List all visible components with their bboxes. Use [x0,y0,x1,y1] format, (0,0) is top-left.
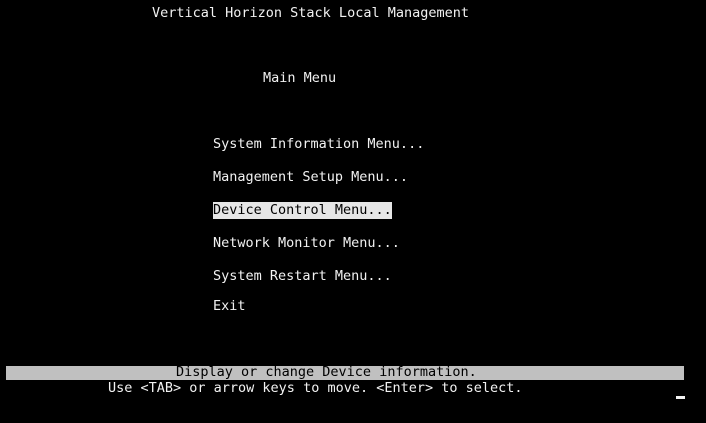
menu-title: Main Menu [263,70,337,86]
status-message: Display or change Device information. [176,364,477,380]
help-text: Use <TAB> or arrow keys to move. <Enter>… [108,380,523,396]
menu-item-device-control[interactable]: Device Control Menu... [213,202,392,219]
terminal-screen: Vertical Horizon Stack Local Management … [0,0,706,423]
menu-item-system-information[interactable]: System Information Menu... [213,136,424,153]
status-bar: Display or change Device information. [6,364,684,380]
menu-item-system-restart[interactable]: System Restart Menu... [213,268,392,285]
app-title: Vertical Horizon Stack Local Management [152,5,469,21]
text-cursor [676,396,685,399]
menu-item-management-setup[interactable]: Management Setup Menu... [213,169,408,186]
menu-item-exit[interactable]: Exit [213,298,246,315]
menu-item-network-monitor[interactable]: Network Monitor Menu... [213,235,400,252]
